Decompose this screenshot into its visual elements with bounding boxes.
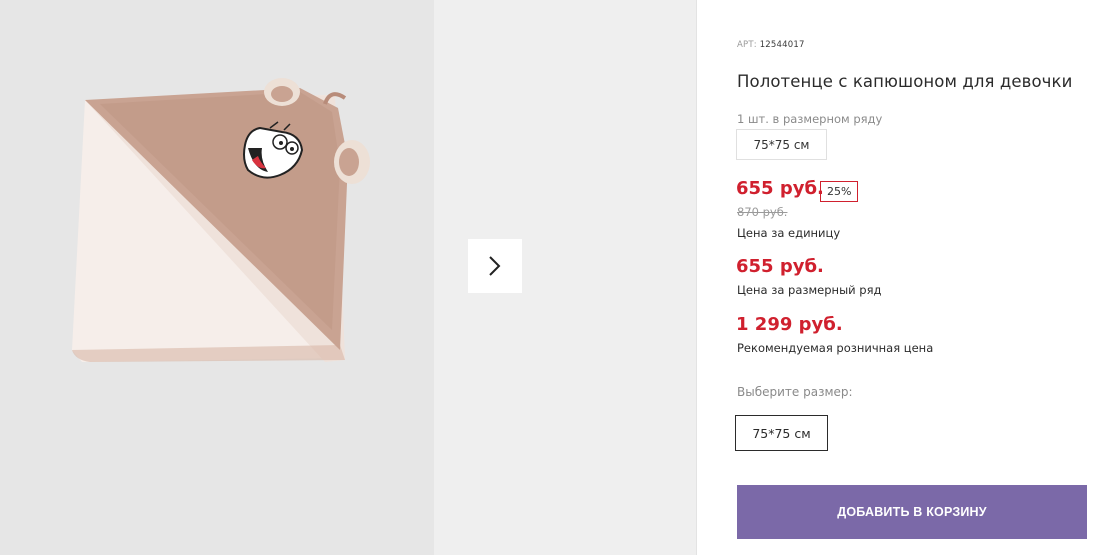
size-in-row: 75*75 см — [736, 129, 827, 160]
retail-price: 1 299 руб. — [736, 314, 843, 335]
row-price: 655 руб. — [736, 256, 824, 277]
product-page: АРТ: 12544017 Полотенце с капюшоном для … — [0, 0, 1104, 555]
retail-price-label: Рекомендуемая розничная цена — [737, 341, 934, 355]
add-to-cart-button[interactable]: ДОБАВИТЬ В КОРЗИНУ — [737, 485, 1087, 539]
product-info: АРТ: 12544017 Полотенце с капюшоном для … — [697, 0, 1104, 555]
size-option-75x75[interactable]: 75*75 см — [735, 415, 828, 451]
chevron-right-icon — [489, 256, 501, 276]
article-value: 12544017 — [759, 40, 805, 50]
unit-price: 655 руб. — [736, 178, 824, 199]
choose-size-label: Выберите размер: — [737, 385, 853, 399]
old-price: 870 руб. — [737, 205, 788, 219]
product-title: Полотенце с капюшоном для девочки — [737, 72, 1073, 91]
product-image — [0, 0, 434, 555]
towel-illustration — [72, 78, 370, 362]
discount-badge: 25% — [820, 181, 859, 202]
unit-price-label: Цена за единицу — [737, 226, 841, 240]
next-image-button[interactable] — [468, 239, 522, 293]
article-number: АРТ: 12544017 — [737, 40, 805, 50]
row-price-label: Цена за размерный ряд — [737, 283, 882, 297]
article-label: АРТ: — [737, 40, 757, 50]
qty-in-row: 1 шт. в размерном ряду — [737, 112, 883, 126]
